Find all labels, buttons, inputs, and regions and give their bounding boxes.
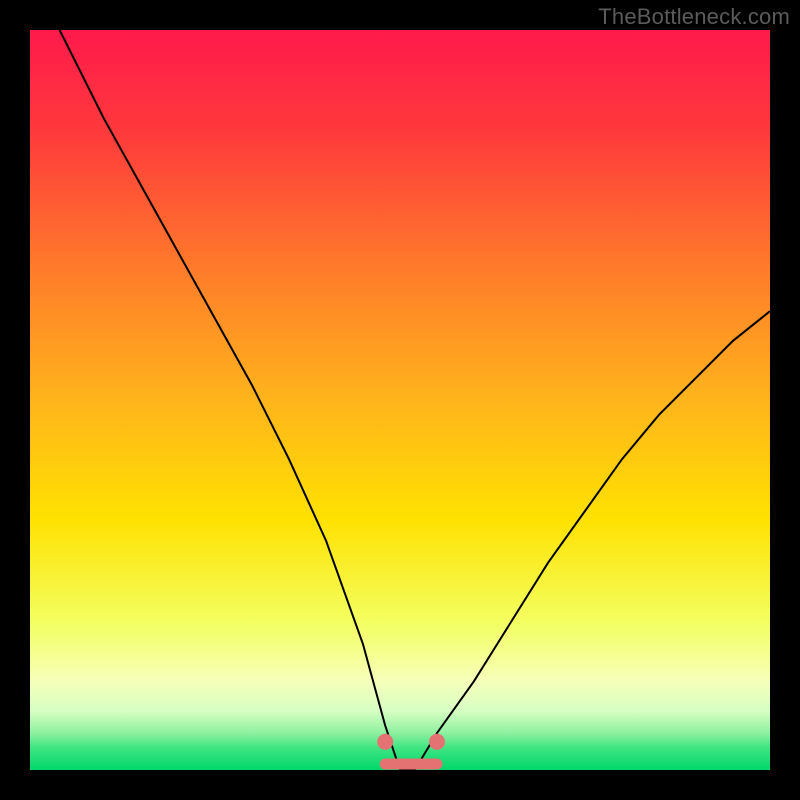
optimal-range-dot-0 (377, 734, 393, 750)
bottleneck-curve (60, 30, 770, 770)
optimal-range-dot-1 (429, 734, 445, 750)
chart-frame: TheBottleneck.com (0, 0, 800, 800)
watermark-text: TheBottleneck.com (598, 4, 790, 30)
curve-layer (30, 30, 770, 770)
plot-area (30, 30, 770, 770)
